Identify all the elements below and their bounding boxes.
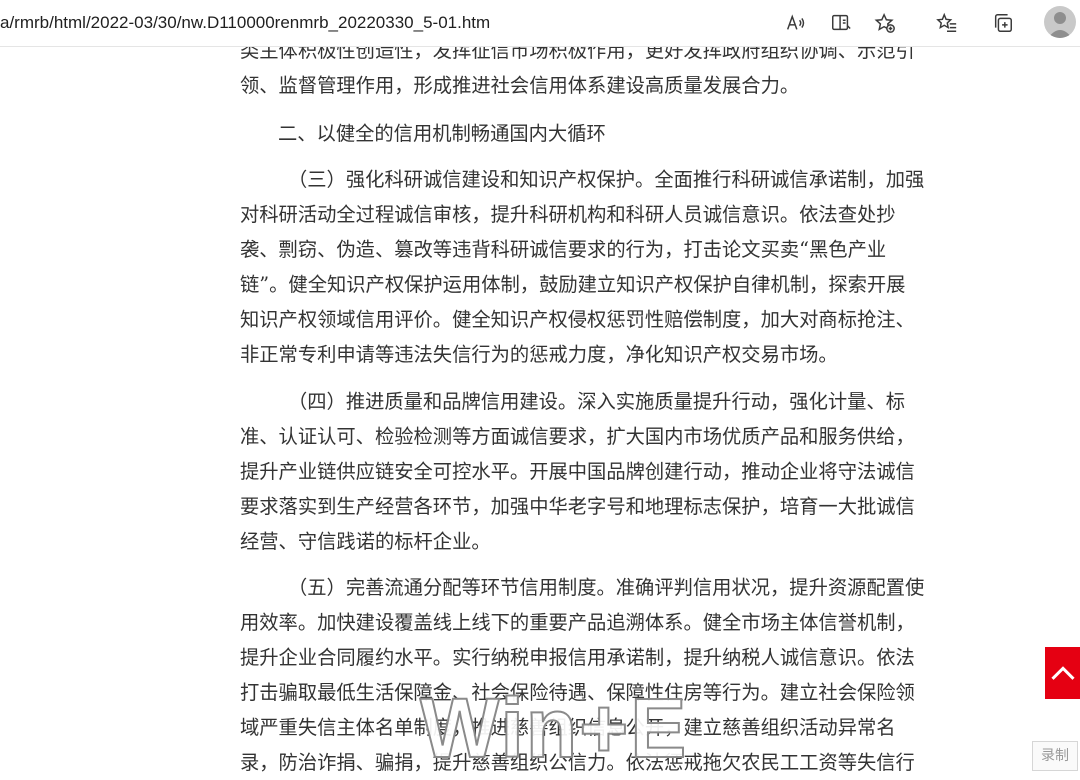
paragraph-line: 链”。健全知识产权保护运用体制，鼓励建立知识产权保护自律机制，探索开展: [240, 273, 906, 296]
paragraph-line: 录，防治诈捐、骗捐，提升慈善组织公信力。依法惩戒拖欠农民工工资等失信行: [240, 751, 915, 774]
paragraph-line: 提升产业链供应链安全可控水平。开展中国品牌创建行动，推动企业将守法诚信: [240, 460, 915, 483]
address-bar-url[interactable]: a/rmrb/html/2022-03/30/nw.D110000renmrb_…: [0, 10, 490, 36]
collections-icon[interactable]: [988, 9, 1018, 37]
paragraph-line: 打击骗取最低生活保障金、社会保险待遇、保障性住房等行为。建立社会保险领: [240, 681, 915, 704]
profile-avatar[interactable]: [1044, 6, 1076, 38]
back-to-top-button[interactable]: [1045, 647, 1080, 699]
paragraph-line: 要求落实到生产经营各环节，加强中华老字号和地理标志保护，培育一大批诚信: [240, 495, 915, 518]
paragraph-line: 用效率。加快建设覆盖线上线下的重要产品追溯体系。健全市场主体信誉机制，: [240, 611, 915, 634]
paragraph-line: 知识产权领域信用评价。健全知识产权侵权惩罚性赔偿制度，加大对商标抢注、: [240, 308, 915, 331]
paragraph-line: （四）推进质量和品牌信用建设。深入实施质量提升行动，强化计量、标: [288, 390, 905, 413]
chevron-up-icon: [1050, 666, 1075, 680]
paragraph-3: （三）强化科研诚信建设和知识产权保护。全面推行科研诚信承诺制，加强 对科研活动全…: [240, 162, 962, 372]
favorites-icon[interactable]: [932, 9, 962, 37]
section-heading: 二、以健全的信用机制畅通国内大循环: [278, 122, 606, 145]
paragraph-line: 非正常专利申请等违法失信行为的惩戒力度，净化知识产权交易市场。: [240, 343, 838, 366]
paragraph-5: （五）完善流通分配等环节信用制度。准确评判信用状况，提升资源配置使 用效率。加快…: [240, 570, 962, 780]
paragraph-4: （四）推进质量和品牌信用建设。深入实施质量提升行动，强化计量、标 准、认证认可、…: [240, 384, 962, 559]
paragraph-line: （三）强化科研诚信建设和知识产权保护。全面推行科研诚信承诺制，加强: [288, 168, 925, 191]
read-aloud-icon[interactable]: [780, 9, 810, 37]
paragraph-line: 准、认证认可、检验检测等方面诚信要求，扩大国内市场优质产品和服务供给，: [240, 425, 915, 448]
paragraph-line: 对科研活动全过程诚信审核，提升科研机构和科研人员诚信意识。依法查处抄: [240, 203, 896, 226]
add-favorite-icon[interactable]: [870, 9, 900, 37]
paragraph-line: 袭、剽窃、伪造、篡改等违背科研诚信要求的行为，打击论文买卖“黑色产业: [240, 238, 887, 261]
browser-toolbar: a/rmrb/html/2022-03/30/nw.D110000renmrb_…: [0, 0, 1080, 47]
immersive-reader-icon[interactable]: [826, 9, 856, 37]
paragraph-line: 经营、守信践诺的标杆企业。: [240, 530, 491, 553]
paragraph-line: （五）完善流通分配等环节信用制度。准确评判信用状况，提升资源配置使: [288, 576, 925, 599]
paragraph-line: 域严重失信主体名单制度，推进慈善组织信息公开，建立慈善组织活动异常名: [240, 716, 896, 739]
record-label[interactable]: 录制: [1032, 741, 1078, 771]
section-heading-block: 二、以健全的信用机制畅通国内大循环: [240, 116, 962, 151]
article-body: 领、监督管理作用，形成推进社会信用体系建设高质量发展合力。: [240, 68, 962, 103]
paragraph-line: 提升企业合同履约水平。实行纳税申报信用承诺制，提升纳税人诚信意识。依法: [240, 646, 915, 669]
intro-tail: 领、监督管理作用，形成推进社会信用体系建设高质量发展合力。: [240, 74, 800, 97]
